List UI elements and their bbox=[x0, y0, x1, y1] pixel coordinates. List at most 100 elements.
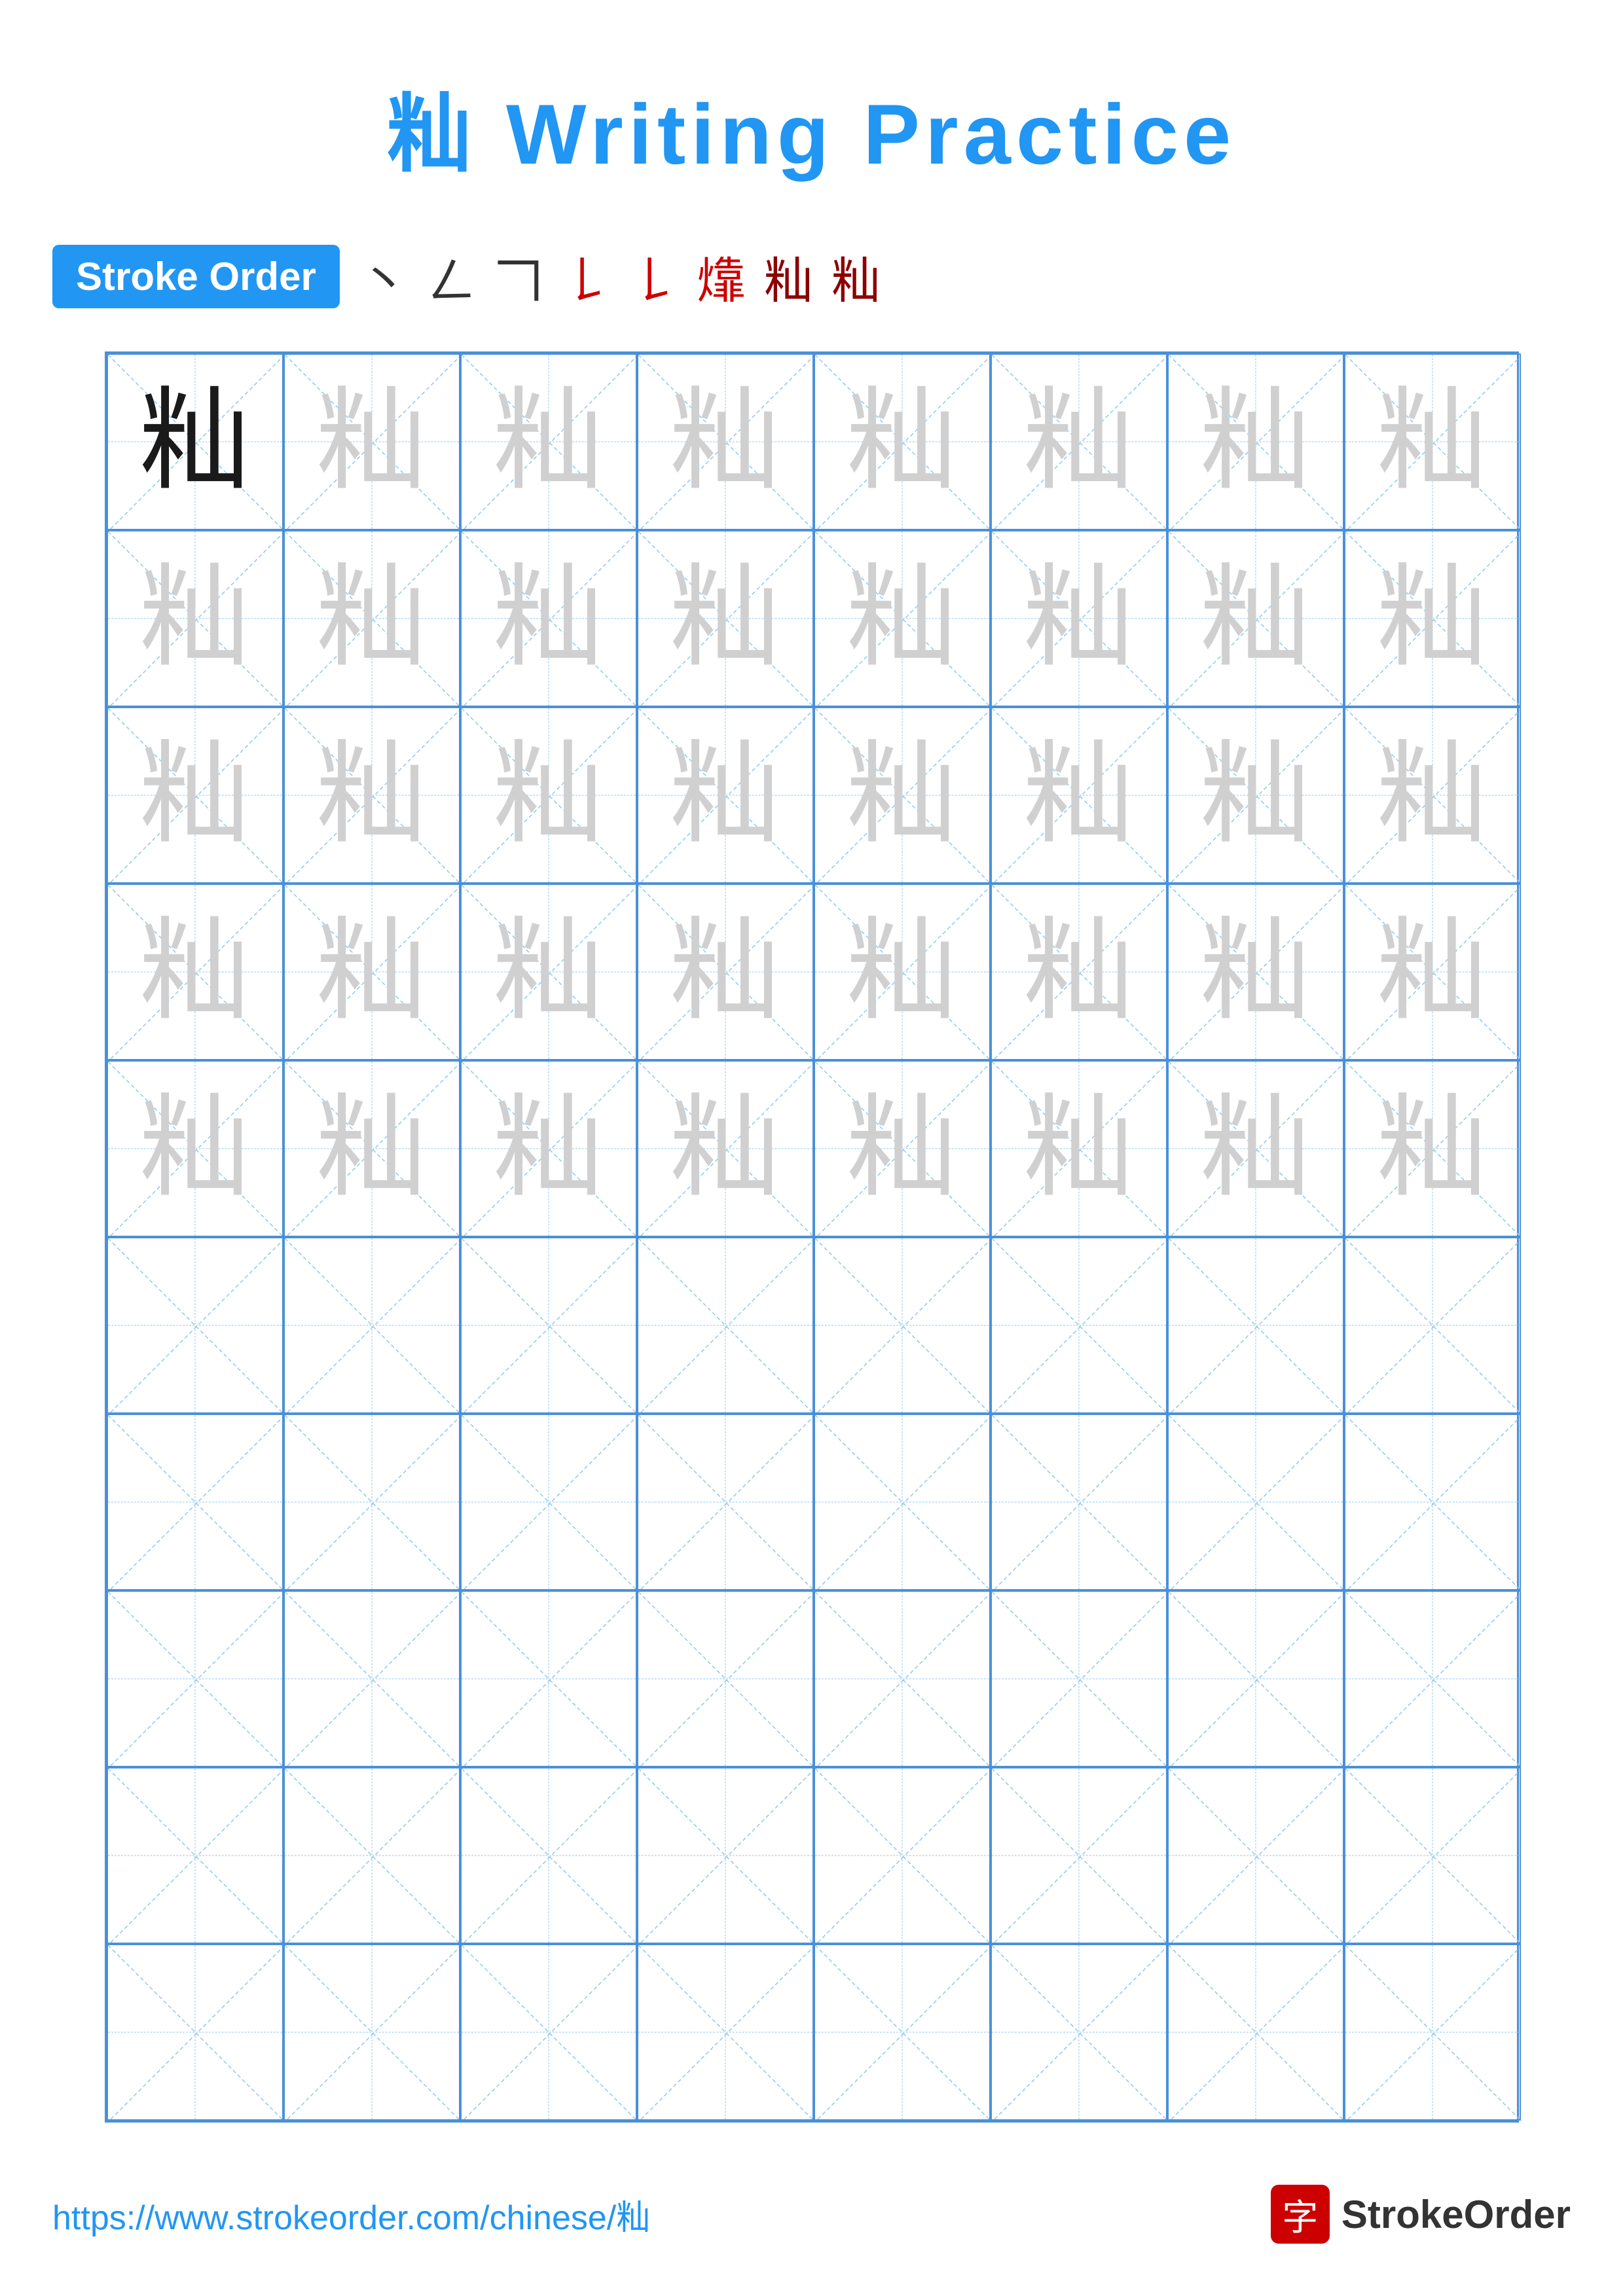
grid-cell-r3c4[interactable]: 籼 bbox=[637, 707, 814, 884]
grid-cell-r3c2[interactable]: 籼 bbox=[283, 707, 460, 884]
grid-cell-r4c5[interactable]: 籼 bbox=[814, 884, 991, 1060]
grid-cell-r4c2[interactable]: 籼 bbox=[283, 884, 460, 1060]
grid-cell-r7c4[interactable] bbox=[637, 1414, 814, 1590]
grid-cell-r6c6[interactable] bbox=[991, 1237, 1167, 1414]
grid-cell-r2c1[interactable]: 籼 bbox=[107, 530, 283, 707]
grid-cell-r9c7[interactable] bbox=[1167, 1767, 1344, 1944]
grid-cell-r10c2[interactable] bbox=[283, 1944, 460, 2121]
grid-cell-r5c8[interactable]: 籼 bbox=[1344, 1060, 1521, 1237]
char-r3c7: 籼 bbox=[1199, 740, 1311, 851]
grid-cell-r10c4[interactable] bbox=[637, 1944, 814, 2121]
grid-cell-r10c7[interactable] bbox=[1167, 1944, 1344, 2121]
grid-cell-r8c8[interactable] bbox=[1344, 1590, 1521, 1767]
char-r5c7: 籼 bbox=[1199, 1093, 1311, 1204]
grid-cell-r10c6[interactable] bbox=[991, 1944, 1167, 2121]
stroke-6: 㸆 bbox=[697, 241, 746, 312]
grid-cell-r10c5[interactable] bbox=[814, 1944, 991, 2121]
grid-cell-r1c6[interactable]: 籼 bbox=[991, 353, 1167, 530]
grid-cell-r8c2[interactable] bbox=[283, 1590, 460, 1767]
grid-cell-r8c7[interactable] bbox=[1167, 1590, 1344, 1767]
grid-cell-r6c8[interactable] bbox=[1344, 1237, 1521, 1414]
grid-cell-r6c3[interactable] bbox=[460, 1237, 637, 1414]
grid-cell-r9c8[interactable] bbox=[1344, 1767, 1521, 1944]
grid-cell-r8c1[interactable] bbox=[107, 1590, 283, 1767]
grid-cell-r1c8[interactable]: 籼 bbox=[1344, 353, 1521, 530]
grid-cell-r3c5[interactable]: 籼 bbox=[814, 707, 991, 884]
grid-cell-r3c3[interactable]: 籼 bbox=[460, 707, 637, 884]
char-r1c1: 籼 bbox=[139, 386, 250, 497]
grid-cell-r8c5[interactable] bbox=[814, 1590, 991, 1767]
grid-cell-r9c2[interactable] bbox=[283, 1767, 460, 1944]
grid-cell-r9c4[interactable] bbox=[637, 1767, 814, 1944]
grid-cell-r3c8[interactable]: 籼 bbox=[1344, 707, 1521, 884]
grid-cell-r9c6[interactable] bbox=[991, 1767, 1167, 1944]
grid-cell-r5c1[interactable]: 籼 bbox=[107, 1060, 283, 1237]
grid-cell-r2c4[interactable]: 籼 bbox=[637, 530, 814, 707]
footer-logo-icon: 字 bbox=[1271, 2185, 1330, 2244]
grid-cell-r2c6[interactable]: 籼 bbox=[991, 530, 1167, 707]
grid-cell-r2c2[interactable]: 籼 bbox=[283, 530, 460, 707]
grid-cell-r9c3[interactable] bbox=[460, 1767, 637, 1944]
footer-url[interactable]: https://www.strokeorder.com/chinese/籼 bbox=[52, 2190, 650, 2239]
grid-cell-r5c7[interactable]: 籼 bbox=[1167, 1060, 1344, 1237]
grid-cell-r4c7[interactable]: 籼 bbox=[1167, 884, 1344, 1060]
grid-cell-r2c7[interactable]: 籼 bbox=[1167, 530, 1344, 707]
grid-cell-r7c1[interactable] bbox=[107, 1414, 283, 1590]
grid-cell-r7c3[interactable] bbox=[460, 1414, 637, 1590]
footer-logo-text: StrokeOrder bbox=[1341, 2192, 1571, 2237]
char-r2c1: 籼 bbox=[139, 563, 250, 674]
grid-cell-r2c3[interactable]: 籼 bbox=[460, 530, 637, 707]
char-r5c3: 籼 bbox=[492, 1093, 604, 1204]
grid-cell-r1c5[interactable]: 籼 bbox=[814, 353, 991, 530]
grid-cell-r7c8[interactable] bbox=[1344, 1414, 1521, 1590]
grid-cell-r9c5[interactable] bbox=[814, 1767, 991, 1944]
grid-cell-r9c1[interactable] bbox=[107, 1767, 283, 1944]
grid-cell-r7c7[interactable] bbox=[1167, 1414, 1344, 1590]
grid-cell-r7c2[interactable] bbox=[283, 1414, 460, 1590]
grid-cell-r6c4[interactable] bbox=[637, 1237, 814, 1414]
grid-cell-r3c6[interactable]: 籼 bbox=[991, 707, 1167, 884]
char-r4c5: 籼 bbox=[846, 916, 957, 1028]
char-r5c1: 籼 bbox=[139, 1093, 250, 1204]
char-r3c4: 籼 bbox=[669, 740, 780, 851]
grid-cell-r6c2[interactable] bbox=[283, 1237, 460, 1414]
grid-cell-r10c1[interactable] bbox=[107, 1944, 283, 2121]
grid-cell-r8c4[interactable] bbox=[637, 1590, 814, 1767]
grid-cell-r5c3[interactable]: 籼 bbox=[460, 1060, 637, 1237]
char-r1c7: 籼 bbox=[1199, 386, 1311, 497]
grid-cell-r7c5[interactable] bbox=[814, 1414, 991, 1590]
stroke-order-row: Stroke Order 丶 ㄥ 𠃍 𠄌 𠄌 㸆 籼 籼 bbox=[52, 241, 881, 312]
grid-cell-r4c4[interactable]: 籼 bbox=[637, 884, 814, 1060]
grid-cell-r4c6[interactable]: 籼 bbox=[991, 884, 1167, 1060]
grid-cell-r10c3[interactable] bbox=[460, 1944, 637, 2121]
grid-cell-r5c2[interactable]: 籼 bbox=[283, 1060, 460, 1237]
grid-cell-r1c1[interactable]: 籼 bbox=[107, 353, 283, 530]
grid-cell-r4c3[interactable]: 籼 bbox=[460, 884, 637, 1060]
grid-cell-r6c7[interactable] bbox=[1167, 1237, 1344, 1414]
grid-cell-r3c7[interactable]: 籼 bbox=[1167, 707, 1344, 884]
grid-cell-r7c6[interactable] bbox=[991, 1414, 1167, 1590]
char-r5c8: 籼 bbox=[1376, 1093, 1487, 1204]
stroke-order-badge: Stroke Order bbox=[52, 245, 340, 308]
grid-cell-r1c3[interactable]: 籼 bbox=[460, 353, 637, 530]
grid-cell-r1c7[interactable]: 籼 bbox=[1167, 353, 1344, 530]
grid-cell-r8c6[interactable] bbox=[991, 1590, 1167, 1767]
grid-cell-r6c5[interactable] bbox=[814, 1237, 991, 1414]
grid-cell-r6c1[interactable] bbox=[107, 1237, 283, 1414]
grid-cell-r4c1[interactable]: 籼 bbox=[107, 884, 283, 1060]
grid-cell-r5c6[interactable]: 籼 bbox=[991, 1060, 1167, 1237]
grid-cell-r5c5[interactable]: 籼 bbox=[814, 1060, 991, 1237]
char-r4c3: 籼 bbox=[492, 916, 604, 1028]
grid-cell-r3c1[interactable]: 籼 bbox=[107, 707, 283, 884]
grid-cell-r10c8[interactable] bbox=[1344, 1944, 1521, 2121]
char-r3c1: 籼 bbox=[139, 740, 250, 851]
grid-cell-r8c3[interactable] bbox=[460, 1590, 637, 1767]
grid-cell-r2c8[interactable]: 籼 bbox=[1344, 530, 1521, 707]
grid-cell-r5c4[interactable]: 籼 bbox=[637, 1060, 814, 1237]
grid-cell-r2c5[interactable]: 籼 bbox=[814, 530, 991, 707]
grid-cell-r4c8[interactable]: 籼 bbox=[1344, 884, 1521, 1060]
char-r2c4: 籼 bbox=[669, 563, 780, 674]
grid-cell-r1c2[interactable]: 籼 bbox=[283, 353, 460, 530]
title-text: Writing Practice bbox=[506, 86, 1236, 182]
grid-cell-r1c4[interactable]: 籼 bbox=[637, 353, 814, 530]
